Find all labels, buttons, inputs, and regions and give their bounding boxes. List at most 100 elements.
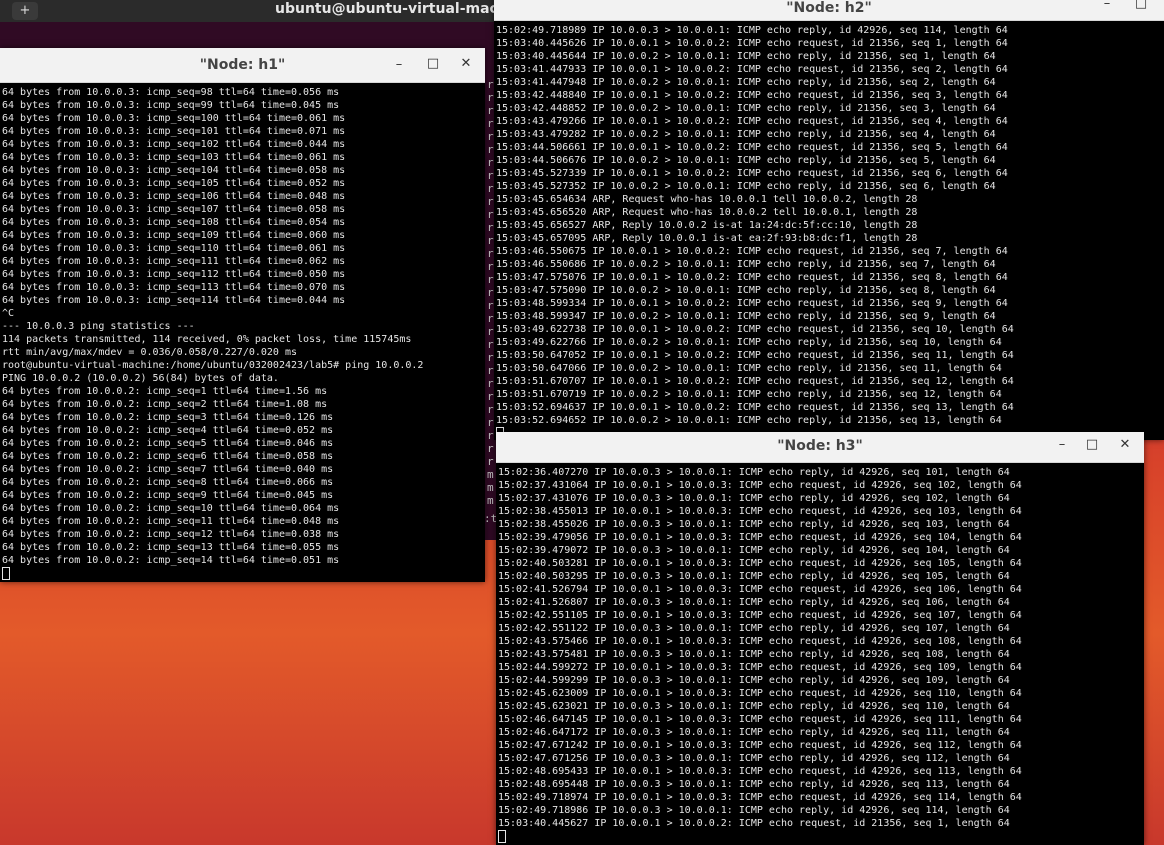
terminal-line: --- 10.0.0.3 ping statistics --- [2,321,195,332]
terminal-line: 15:02:42.551122 IP 10.0.0.3 > 10.0.0.1: … [498,623,1010,634]
minimize-button-h2[interactable]: – [1096,0,1118,15]
terminal-line: 15:03:43.479266 IP 10.0.0.1 > 10.0.0.2: … [496,116,1008,127]
terminal-line: 64 bytes from 10.0.0.2: icmp_seq=4 ttl=6… [2,425,334,436]
terminal-line: 15:02:41.526807 IP 10.0.0.3 > 10.0.0.1: … [498,597,1010,608]
terminal-cursor [2,567,485,581]
terminal-line: 15:02:37.431076 IP 10.0.0.3 > 10.0.0.1: … [498,493,1010,504]
terminal-line: 15:03:40.445626 IP 10.0.0.1 > 10.0.0.2: … [496,38,1008,49]
terminal-line: 15:03:45.527352 IP 10.0.0.2 > 10.0.0.1: … [496,181,996,192]
terminal-line: 64 bytes from 10.0.0.2: icmp_seq=10 ttl=… [2,503,340,514]
terminal-line: 64 bytes from 10.0.0.3: icmp_seq=101 ttl… [2,126,346,137]
terminal-line: 64 bytes from 10.0.0.3: icmp_seq=103 ttl… [2,152,346,163]
terminal-line: 15:02:39.479072 IP 10.0.0.3 > 10.0.0.1: … [498,545,1010,556]
terminal-line: 15:03:44.506661 IP 10.0.0.1 > 10.0.0.2: … [496,142,1008,153]
terminal-line: 64 bytes from 10.0.0.3: icmp_seq=102 ttl… [2,139,346,150]
terminal-line: 15:03:40.445627 IP 10.0.0.1 > 10.0.0.2: … [498,818,1010,829]
terminal-output-h1[interactable]: 64 bytes from 10.0.0.3: icmp_seq=98 ttl=… [0,86,485,582]
terminal-line: 15:02:47.671242 IP 10.0.0.1 > 10.0.0.3: … [498,740,1022,751]
terminal-line: 64 bytes from 10.0.0.3: icmp_seq=108 ttl… [2,217,346,228]
terminal-line: 15:02:49.718974 IP 10.0.0.1 > 10.0.0.3: … [498,792,1022,803]
terminal-line: 64 bytes from 10.0.0.2: icmp_seq=7 ttl=6… [2,464,334,475]
terminal-line: 64 bytes from 10.0.0.3: icmp_seq=112 ttl… [2,269,346,280]
terminal-line: 15:02:42.551105 IP 10.0.0.1 > 10.0.0.3: … [498,610,1022,621]
terminal-line: 64 bytes from 10.0.0.2: icmp_seq=12 ttl=… [2,529,340,540]
terminal-line: 64 bytes from 10.0.0.3: icmp_seq=106 ttl… [2,191,346,202]
terminal-line: 15:02:40.503281 IP 10.0.0.1 > 10.0.0.3: … [498,558,1022,569]
terminal-line: 15:03:47.575076 IP 10.0.0.1 > 10.0.0.2: … [496,272,1008,283]
maximize-button-h1[interactable]: □ [422,53,444,75]
terminal-line: 15:03:45.527339 IP 10.0.0.1 > 10.0.0.2: … [496,168,1008,179]
terminal-line: 15:02:45.623009 IP 10.0.0.1 > 10.0.0.3: … [498,688,1022,699]
terminal-line: 15:02:39.479056 IP 10.0.0.1 > 10.0.0.3: … [498,532,1022,543]
terminal-output-h3[interactable]: 15:02:36.407270 IP 10.0.0.3 > 10.0.0.1: … [496,466,1144,845]
terminal-line: 15:03:47.575090 IP 10.0.0.2 > 10.0.0.1: … [496,285,996,296]
terminal-line: 64 bytes from 10.0.0.3: icmp_seq=110 ttl… [2,243,346,254]
terminal-line: rtt min/avg/max/mdev = 0.036/0.058/0.227… [2,347,298,358]
terminal-line: 15:03:50.647066 IP 10.0.0.2 > 10.0.0.1: … [496,363,1002,374]
terminal-line: ^C [2,308,15,319]
terminal-line: 64 bytes from 10.0.0.3: icmp_seq=100 ttl… [2,113,346,124]
terminal-line: 64 bytes from 10.0.0.3: icmp_seq=98 ttl=… [2,87,340,98]
terminal-line: 15:02:44.599299 IP 10.0.0.3 > 10.0.0.1: … [498,675,1010,686]
terminal-line: 64 bytes from 10.0.0.2: icmp_seq=11 ttl=… [2,516,340,527]
terminal-line: 64 bytes from 10.0.0.3: icmp_seq=114 ttl… [2,295,346,306]
window-title-h1: "Node: h1" [199,57,286,73]
new-tab-icon[interactable]: + [12,2,38,20]
terminal-line: 15:02:45.623021 IP 10.0.0.3 > 10.0.0.1: … [498,701,1010,712]
terminal-line: 15:02:43.575481 IP 10.0.0.3 > 10.0.0.1: … [498,649,1010,660]
terminal-line: 64 bytes from 10.0.0.2: icmp_seq=5 ttl=6… [2,438,334,449]
terminal-line: 15:03:50.647052 IP 10.0.0.1 > 10.0.0.2: … [496,350,1014,361]
titlebar-h3[interactable]: "Node: h3" – □ ✕ [496,432,1144,463]
terminal-line: PING 10.0.0.2 (10.0.0.2) 56(84) bytes of… [2,373,279,384]
terminal-line: 64 bytes from 10.0.0.2: icmp_seq=1 ttl=6… [2,386,328,397]
terminal-line: 15:02:44.599272 IP 10.0.0.1 > 10.0.0.3: … [498,662,1022,673]
terminal-window-h3[interactable]: "Node: h3" – □ ✕ 15:02:36.407270 IP 10.0… [496,432,1144,845]
terminal-line: 64 bytes from 10.0.0.3: icmp_seq=104 ttl… [2,165,346,176]
terminal-line: 15:02:36.407270 IP 10.0.0.3 > 10.0.0.1: … [498,467,1010,478]
close-button-h3[interactable]: ✕ [1114,434,1136,456]
terminal-line: 15:02:37.431064 IP 10.0.0.1 > 10.0.0.3: … [498,480,1022,491]
minimize-button-h3[interactable]: – [1051,434,1073,456]
terminal-line: 15:02:47.671256 IP 10.0.0.3 > 10.0.0.1: … [498,753,1010,764]
minimize-button-h1[interactable]: – [388,54,410,76]
terminal-line: 64 bytes from 10.0.0.3: icmp_seq=105 ttl… [2,178,346,189]
terminal-window-h1[interactable]: "Node: h1" – □ ✕ 64 bytes from 10.0.0.3:… [0,48,485,582]
terminal-window-h2[interactable]: "Node: h2" – □ 15:02:49.718989 IP 10.0.0… [494,0,1164,440]
terminal-line: 15:02:41.526794 IP 10.0.0.1 > 10.0.0.3: … [498,584,1022,595]
terminal-line: 64 bytes from 10.0.0.3: icmp_seq=99 ttl=… [2,100,340,111]
terminal-line: 15:02:43.575466 IP 10.0.0.1 > 10.0.0.3: … [498,636,1022,647]
terminal-line: 15:03:41.447933 IP 10.0.0.1 > 10.0.0.2: … [496,64,1008,75]
titlebar-h1[interactable]: "Node: h1" – □ ✕ [0,48,485,83]
terminal-output-h2[interactable]: 15:02:49.718989 IP 10.0.0.3 > 10.0.0.1: … [494,24,1164,440]
terminal-line: 15:03:45.656520 ARP, Request who-has 10.… [496,207,918,218]
terminal-line: 64 bytes from 10.0.0.3: icmp_seq=109 ttl… [2,230,346,241]
terminal-line: 15:03:52.694652 IP 10.0.0.2 > 10.0.0.1: … [496,415,1002,426]
terminal-line: root@ubuntu-virtual-machine:/home/ubuntu… [2,360,424,371]
terminal-line: 15:02:40.503295 IP 10.0.0.3 > 10.0.0.1: … [498,571,1010,582]
maximize-button-h3[interactable]: □ [1081,434,1103,456]
terminal-line: 15:03:51.670719 IP 10.0.0.2 > 10.0.0.1: … [496,389,1002,400]
close-button-h1[interactable]: ✕ [455,53,477,75]
terminal-line: 15:03:51.670707 IP 10.0.0.1 > 10.0.0.2: … [496,376,1014,387]
terminal-line: 15:03:45.654634 ARP, Request who-has 10.… [496,194,918,205]
terminal-line: 15:03:49.622738 IP 10.0.0.1 > 10.0.0.2: … [496,324,1014,335]
terminal-line: 15:03:45.656527 ARP, Reply 10.0.0.2 is-a… [496,220,918,231]
maximize-button-h2[interactable]: □ [1130,0,1152,15]
window-title-h2: "Node: h2" [786,0,872,16]
titlebar-h2[interactable]: "Node: h2" – □ [494,0,1164,21]
terminal-line: 15:03:46.550686 IP 10.0.0.2 > 10.0.0.1: … [496,259,996,270]
terminal-line: 64 bytes from 10.0.0.2: icmp_seq=14 ttl=… [2,555,340,566]
terminal-line: 64 bytes from 10.0.0.3: icmp_seq=111 ttl… [2,256,346,267]
terminal-line: 15:03:44.506676 IP 10.0.0.2 > 10.0.0.1: … [496,155,996,166]
background-terminal-title: ubuntu@ubuntu-virtual-machine [275,1,497,17]
terminal-line: 15:03:48.599334 IP 10.0.0.1 > 10.0.0.2: … [496,298,1008,309]
terminal-line: 15:03:42.448840 IP 10.0.0.1 > 10.0.0.2: … [496,90,1008,101]
terminal-line: 15:02:46.647172 IP 10.0.0.3 > 10.0.0.1: … [498,727,1010,738]
terminal-line: 15:03:48.599347 IP 10.0.0.2 > 10.0.0.1: … [496,311,996,322]
terminal-line: 64 bytes from 10.0.0.2: icmp_seq=2 ttl=6… [2,399,328,410]
terminal-line: 15:02:48.695433 IP 10.0.0.1 > 10.0.0.3: … [498,766,1022,777]
terminal-line: 64 bytes from 10.0.0.2: icmp_seq=6 ttl=6… [2,451,334,462]
terminal-line: 15:03:46.550675 IP 10.0.0.1 > 10.0.0.2: … [496,246,1008,257]
background-terminal-titlebar: + ubuntu@ubuntu-virtual-machine [0,0,500,22]
terminal-line: 15:03:42.448852 IP 10.0.0.2 > 10.0.0.1: … [496,103,996,114]
